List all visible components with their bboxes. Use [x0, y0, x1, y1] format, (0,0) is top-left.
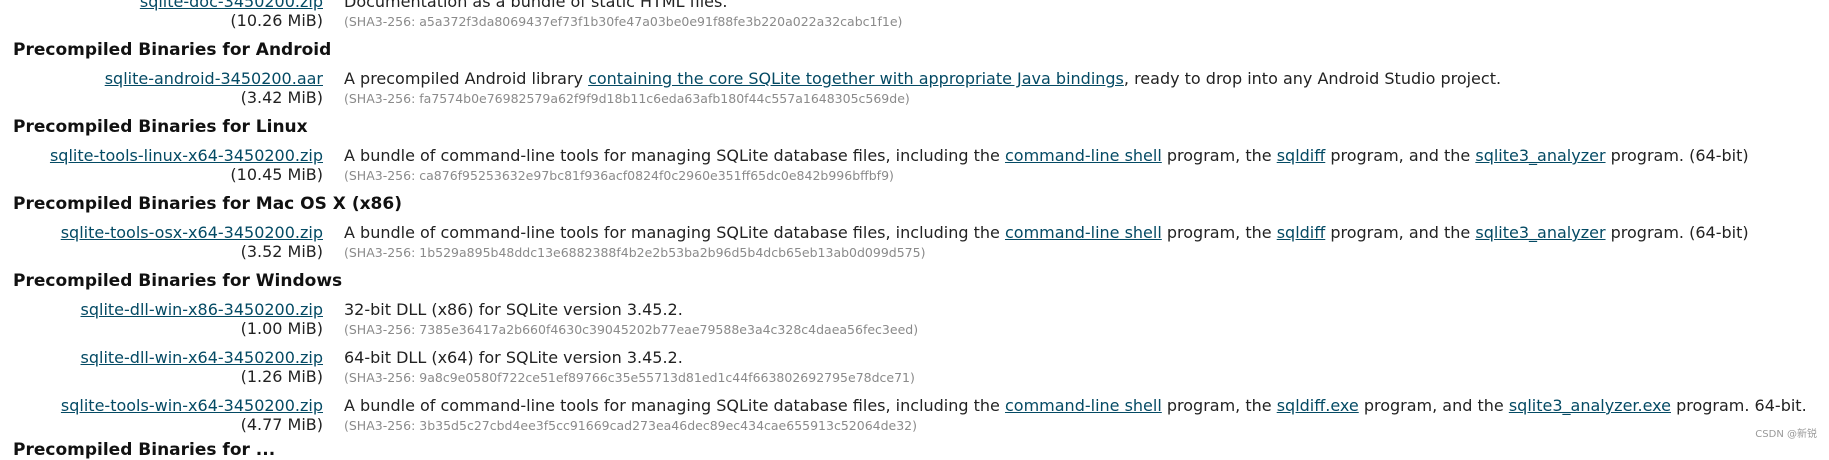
linux-desc-text-3: program, and the	[1325, 146, 1476, 165]
win-cli-shell-link[interactable]: command-line shell	[1005, 396, 1162, 415]
mac-desc-text-3: program, and the	[1325, 223, 1476, 242]
android-java-bindings-link[interactable]: containing the core SQLite together with…	[588, 69, 1124, 88]
android-desc-text-1: A precompiled Android library	[344, 69, 589, 88]
section-title-windows: Precompiled Binaries for Windows	[13, 271, 343, 291]
linux-desc-text-1: A bundle of command-line tools for manag…	[344, 146, 1005, 165]
section-title-partial: Precompiled Binaries for ...	[13, 440, 276, 460]
linux-desc-text-4: program. (64-bit)	[1605, 146, 1749, 165]
file-size-android: (3.42 MiB)	[240, 88, 323, 107]
mac-analyzer-link[interactable]: sqlite3_analyzer	[1475, 223, 1605, 242]
hash-win-x64: (SHA3-256: 9a8c9e0580f722ce51ef89766c35e…	[344, 370, 915, 385]
android-desc-text-2: , ready to drop into any Android Studio …	[1123, 69, 1502, 88]
linux-sqldiff-link[interactable]: sqldiff	[1277, 146, 1326, 165]
section-title-mac: Precompiled Binaries for Mac OS X (x86)	[13, 194, 402, 214]
section-title-android: Precompiled Binaries for Android	[13, 40, 332, 60]
win-analyzer-link[interactable]: sqlite3_analyzer.exe	[1509, 396, 1671, 415]
download-link-mac-tools[interactable]: sqlite-tools-osx-x64-3450200.zip	[61, 223, 323, 242]
win-desc-text-3: program, and the	[1358, 396, 1509, 415]
file-size-win-x64: (1.26 MiB)	[240, 367, 323, 386]
win-desc-text-1: A bundle of command-line tools for manag…	[344, 396, 1005, 415]
download-link-linux-tools[interactable]: sqlite-tools-linux-x64-3450200.zip	[50, 146, 323, 165]
section-title-linux: Precompiled Binaries for Linux	[13, 117, 308, 137]
win-x86-description: 32-bit DLL (x86) for SQLite version 3.45…	[344, 300, 683, 319]
mac-desc-text-2: program, the	[1161, 223, 1277, 242]
download-page: sqlite-doc-3450200.zip Documentation as …	[0, 0, 1829, 460]
doc-description: Documentation as a bundle of static HTML…	[344, 0, 728, 11]
mac-description: A bundle of command-line tools for manag…	[344, 223, 1749, 242]
win-x64-description: 64-bit DLL (x64) for SQLite version 3.45…	[344, 348, 683, 367]
mac-desc-text-1: A bundle of command-line tools for manag…	[344, 223, 1005, 242]
file-size-doc: (10.26 MiB)	[230, 11, 323, 30]
watermark: CSDN @新锐	[1755, 429, 1817, 440]
hash-doc: (SHA3-256: a5a372f3da8069437ef73f1b30fe4…	[344, 14, 903, 29]
file-size-win-x86: (1.00 MiB)	[240, 319, 323, 338]
linux-description: A bundle of command-line tools for manag…	[344, 146, 1749, 165]
file-size-mac: (3.52 MiB)	[240, 242, 323, 261]
mac-sqldiff-link[interactable]: sqldiff	[1277, 223, 1326, 242]
hash-win-x86: (SHA3-256: 7385e36417a2b660f4630c3904520…	[344, 322, 919, 337]
linux-analyzer-link[interactable]: sqlite3_analyzer	[1475, 146, 1605, 165]
hash-linux: (SHA3-256: ca876f95253632e97bc81f936acf0…	[344, 168, 894, 183]
download-link-win-x86-dll[interactable]: sqlite-dll-win-x86-3450200.zip	[81, 300, 323, 319]
download-link-win-x64-dll[interactable]: sqlite-dll-win-x64-3450200.zip	[81, 348, 323, 367]
hash-win-tools: (SHA3-256: 3b35d5c27cbd4ee3f5cc91669cad2…	[344, 418, 918, 433]
download-link-sqlite-doc[interactable]: sqlite-doc-3450200.zip	[140, 0, 323, 11]
hash-android: (SHA3-256: fa7574b0e76982579a62f9f9d18b1…	[344, 91, 910, 106]
mac-desc-text-4: program. (64-bit)	[1605, 223, 1749, 242]
win-tools-description: A bundle of command-line tools for manag…	[344, 396, 1807, 415]
mac-cli-shell-link[interactable]: command-line shell	[1005, 223, 1162, 242]
hash-mac: (SHA3-256: 1b529a895b48ddc13e6882388f4b2…	[344, 245, 926, 260]
android-description: A precompiled Android library containing…	[344, 69, 1501, 88]
download-link-android-aar[interactable]: sqlite-android-3450200.aar	[105, 69, 323, 88]
win-sqldiff-link[interactable]: sqldiff.exe	[1277, 396, 1359, 415]
file-size-win-tools: (4.77 MiB)	[240, 415, 323, 434]
linux-cli-shell-link[interactable]: command-line shell	[1005, 146, 1162, 165]
download-link-win-tools[interactable]: sqlite-tools-win-x64-3450200.zip	[61, 396, 323, 415]
linux-desc-text-2: program, the	[1161, 146, 1277, 165]
win-desc-text-4: program. 64-bit.	[1671, 396, 1807, 415]
win-desc-text-2: program, the	[1161, 396, 1277, 415]
file-size-linux: (10.45 MiB)	[230, 165, 323, 184]
